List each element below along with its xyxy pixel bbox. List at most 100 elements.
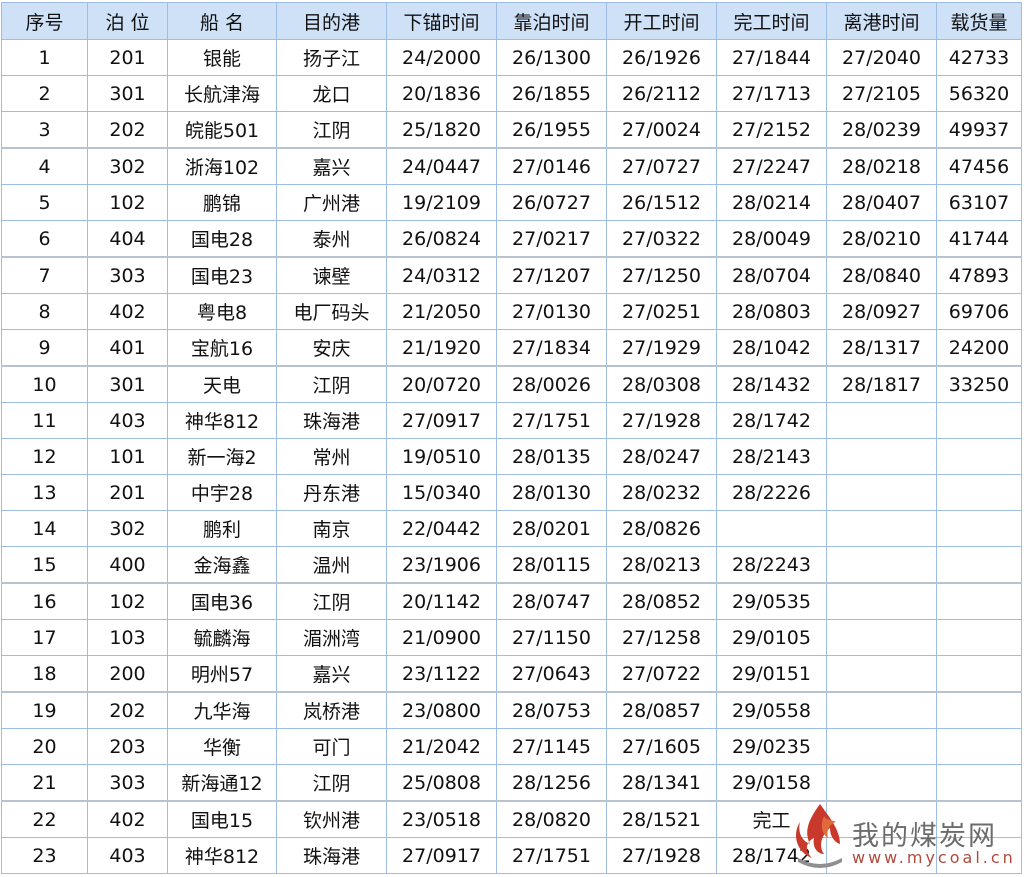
cell-departure-time: 28/1317 <box>826 329 937 367</box>
cell-ship-name: 新一海2 <box>167 438 277 475</box>
cell-finish-time: 29/0235 <box>716 728 827 765</box>
table-row: 5 102 鹏锦 广州港 19/2109 26/0727 26/1512 28/0214 28/… <box>1 184 1022 221</box>
cell-cargo-volume <box>936 655 1022 693</box>
table-body: 1 201 银能 扬子江 24/2000 26/1300 26/1926 27/1844 27/… <box>1 39 1022 874</box>
cell-start-time: 28/0308 <box>606 365 717 403</box>
cell-destination: 龙口 <box>276 75 387 112</box>
cell-berthing-time: 28/0026 <box>496 365 607 403</box>
cell-berthing-time: 28/0115 <box>496 546 607 584</box>
cell-destination: 丹东港 <box>276 474 387 511</box>
cell-ship-name: 毓麟海 <box>167 619 277 656</box>
cell-berth: 102 <box>87 582 168 620</box>
cell-berthing-time: 27/1834 <box>496 329 607 367</box>
cell-start-time: 27/1929 <box>606 329 717 367</box>
cell-ship-name: 国电36 <box>167 582 277 620</box>
cell-seq: 2 <box>1 75 88 112</box>
cell-cargo-volume <box>936 764 1022 802</box>
cell-start-time: 26/1512 <box>606 184 717 221</box>
cell-ship-name: 鹏锦 <box>167 184 277 221</box>
cell-berth: 402 <box>87 800 168 838</box>
cell-start-time: 26/2112 <box>606 75 717 112</box>
cell-anchor-time: 20/1142 <box>386 582 497 620</box>
table-row: 2 301 长航津海 龙口 20/1836 26/1855 26/2112 27/1713 27… <box>1 75 1022 112</box>
cell-berth: 302 <box>87 147 168 185</box>
header-cargo-volume: 载货量 <box>936 2 1022 40</box>
cell-anchor-time: 27/0917 <box>386 837 497 874</box>
cell-seq: 11 <box>1 402 88 439</box>
table-row: 18 200 明州57 嘉兴 23/1122 27/0643 27/0722 29/0151 <box>1 655 1022 693</box>
cell-departure-time <box>826 402 937 439</box>
cell-start-time: 27/0024 <box>606 111 717 149</box>
cell-departure-time: 27/2040 <box>826 39 937 76</box>
cell-berth: 200 <box>87 655 168 693</box>
cell-departure-time <box>826 438 937 475</box>
cell-ship-name: 国电15 <box>167 800 277 838</box>
cell-departure-time <box>826 619 937 656</box>
cell-seq: 1 <box>1 39 88 76</box>
cell-destination: 江阴 <box>276 582 387 620</box>
cell-berth: 202 <box>87 111 168 149</box>
cell-start-time: 28/0213 <box>606 546 717 584</box>
table-row: 3 202 皖能501 江阴 25/1820 26/1955 27/0024 27/2152 2… <box>1 111 1022 149</box>
table-row: 16 102 国电36 江阴 20/1142 28/0747 28/0852 29/0535 <box>1 582 1022 620</box>
cell-finish-time: 29/0105 <box>716 619 827 656</box>
table-row: 21 303 新海通12 江阴 25/0808 28/1256 28/1341 29/0158 <box>1 764 1022 802</box>
cell-anchor-time: 25/1820 <box>386 111 497 149</box>
table-row: 12 101 新一海2 常州 19/0510 28/0135 28/0247 28/2143 <box>1 438 1022 475</box>
cell-ship-name: 天电 <box>167 365 277 403</box>
cell-berth: 201 <box>87 474 168 511</box>
cell-destination: 安庆 <box>276 329 387 367</box>
cell-cargo-volume <box>936 474 1022 511</box>
cell-cargo-volume: 42733 <box>936 39 1022 76</box>
table-row: 1 201 银能 扬子江 24/2000 26/1300 26/1926 27/1844 27/… <box>1 39 1022 76</box>
cell-anchor-time: 24/0447 <box>386 147 497 185</box>
table-row: 15 400 金海鑫 温州 23/1906 28/0115 28/0213 28/2243 <box>1 546 1022 584</box>
flame-logo-icon <box>796 804 842 868</box>
table-row: 17 103 毓麟海 湄洲湾 21/0900 27/1150 27/1258 29/0105 <box>1 619 1022 656</box>
cell-ship-name: 九华海 <box>167 691 277 729</box>
cell-start-time: 28/0247 <box>606 438 717 475</box>
cell-start-time: 26/1926 <box>606 39 717 76</box>
cell-seq: 5 <box>1 184 88 221</box>
table-row: 20 203 华衡 可门 21/2042 27/1145 27/1605 29/0235 <box>1 728 1022 765</box>
cell-ship-name: 中宇28 <box>167 474 277 511</box>
cell-start-time: 27/1928 <box>606 837 717 874</box>
cell-anchor-time: 23/0518 <box>386 800 497 838</box>
header-row: 序号 泊 位 船 名 目的港 下锚时间 靠泊时间 开工时间 完工时间 离港时间 … <box>1 2 1022 40</box>
cell-seq: 20 <box>1 728 88 765</box>
cell-cargo-volume <box>936 582 1022 620</box>
cell-cargo-volume: 24200 <box>936 329 1022 367</box>
cell-finish-time: 29/0558 <box>716 691 827 729</box>
cell-anchor-time: 20/1836 <box>386 75 497 112</box>
cell-cargo-volume: 47456 <box>936 147 1022 185</box>
header-ship-name: 船 名 <box>167 2 277 40</box>
cell-departure-time: 28/0239 <box>826 111 937 149</box>
cell-finish-time: 28/2143 <box>716 438 827 475</box>
cell-seq: 9 <box>1 329 88 367</box>
cell-ship-name: 粤电8 <box>167 293 277 330</box>
cell-departure-time <box>826 691 937 729</box>
cell-finish-time: 28/1042 <box>716 329 827 367</box>
cell-cargo-volume <box>936 619 1022 656</box>
cell-finish-time: 27/2152 <box>716 111 827 149</box>
cell-berthing-time: 28/0135 <box>496 438 607 475</box>
cell-seq: 4 <box>1 147 88 185</box>
cell-seq: 16 <box>1 582 88 620</box>
cell-start-time: 28/0826 <box>606 510 717 547</box>
cell-finish-time: 28/1432 <box>716 365 827 403</box>
cell-departure-time: 27/2105 <box>826 75 937 112</box>
cell-ship-name: 银能 <box>167 39 277 76</box>
cell-berth: 403 <box>87 837 168 874</box>
cell-cargo-volume: 33250 <box>936 365 1022 403</box>
cell-berthing-time: 27/1145 <box>496 728 607 765</box>
cell-destination: 电厂码头 <box>276 293 387 330</box>
cell-ship-name: 新海通12 <box>167 764 277 802</box>
cell-destination: 温州 <box>276 546 387 584</box>
cell-destination: 珠海港 <box>276 402 387 439</box>
cell-anchor-time: 26/0824 <box>386 220 497 258</box>
cell-destination: 谏壁 <box>276 256 387 294</box>
table-row: 19 202 九华海 岚桥港 23/0800 28/0753 28/0857 29/0558 <box>1 691 1022 729</box>
header-seq: 序号 <box>1 2 88 40</box>
cell-destination: 江阴 <box>276 111 387 149</box>
cell-seq: 17 <box>1 619 88 656</box>
